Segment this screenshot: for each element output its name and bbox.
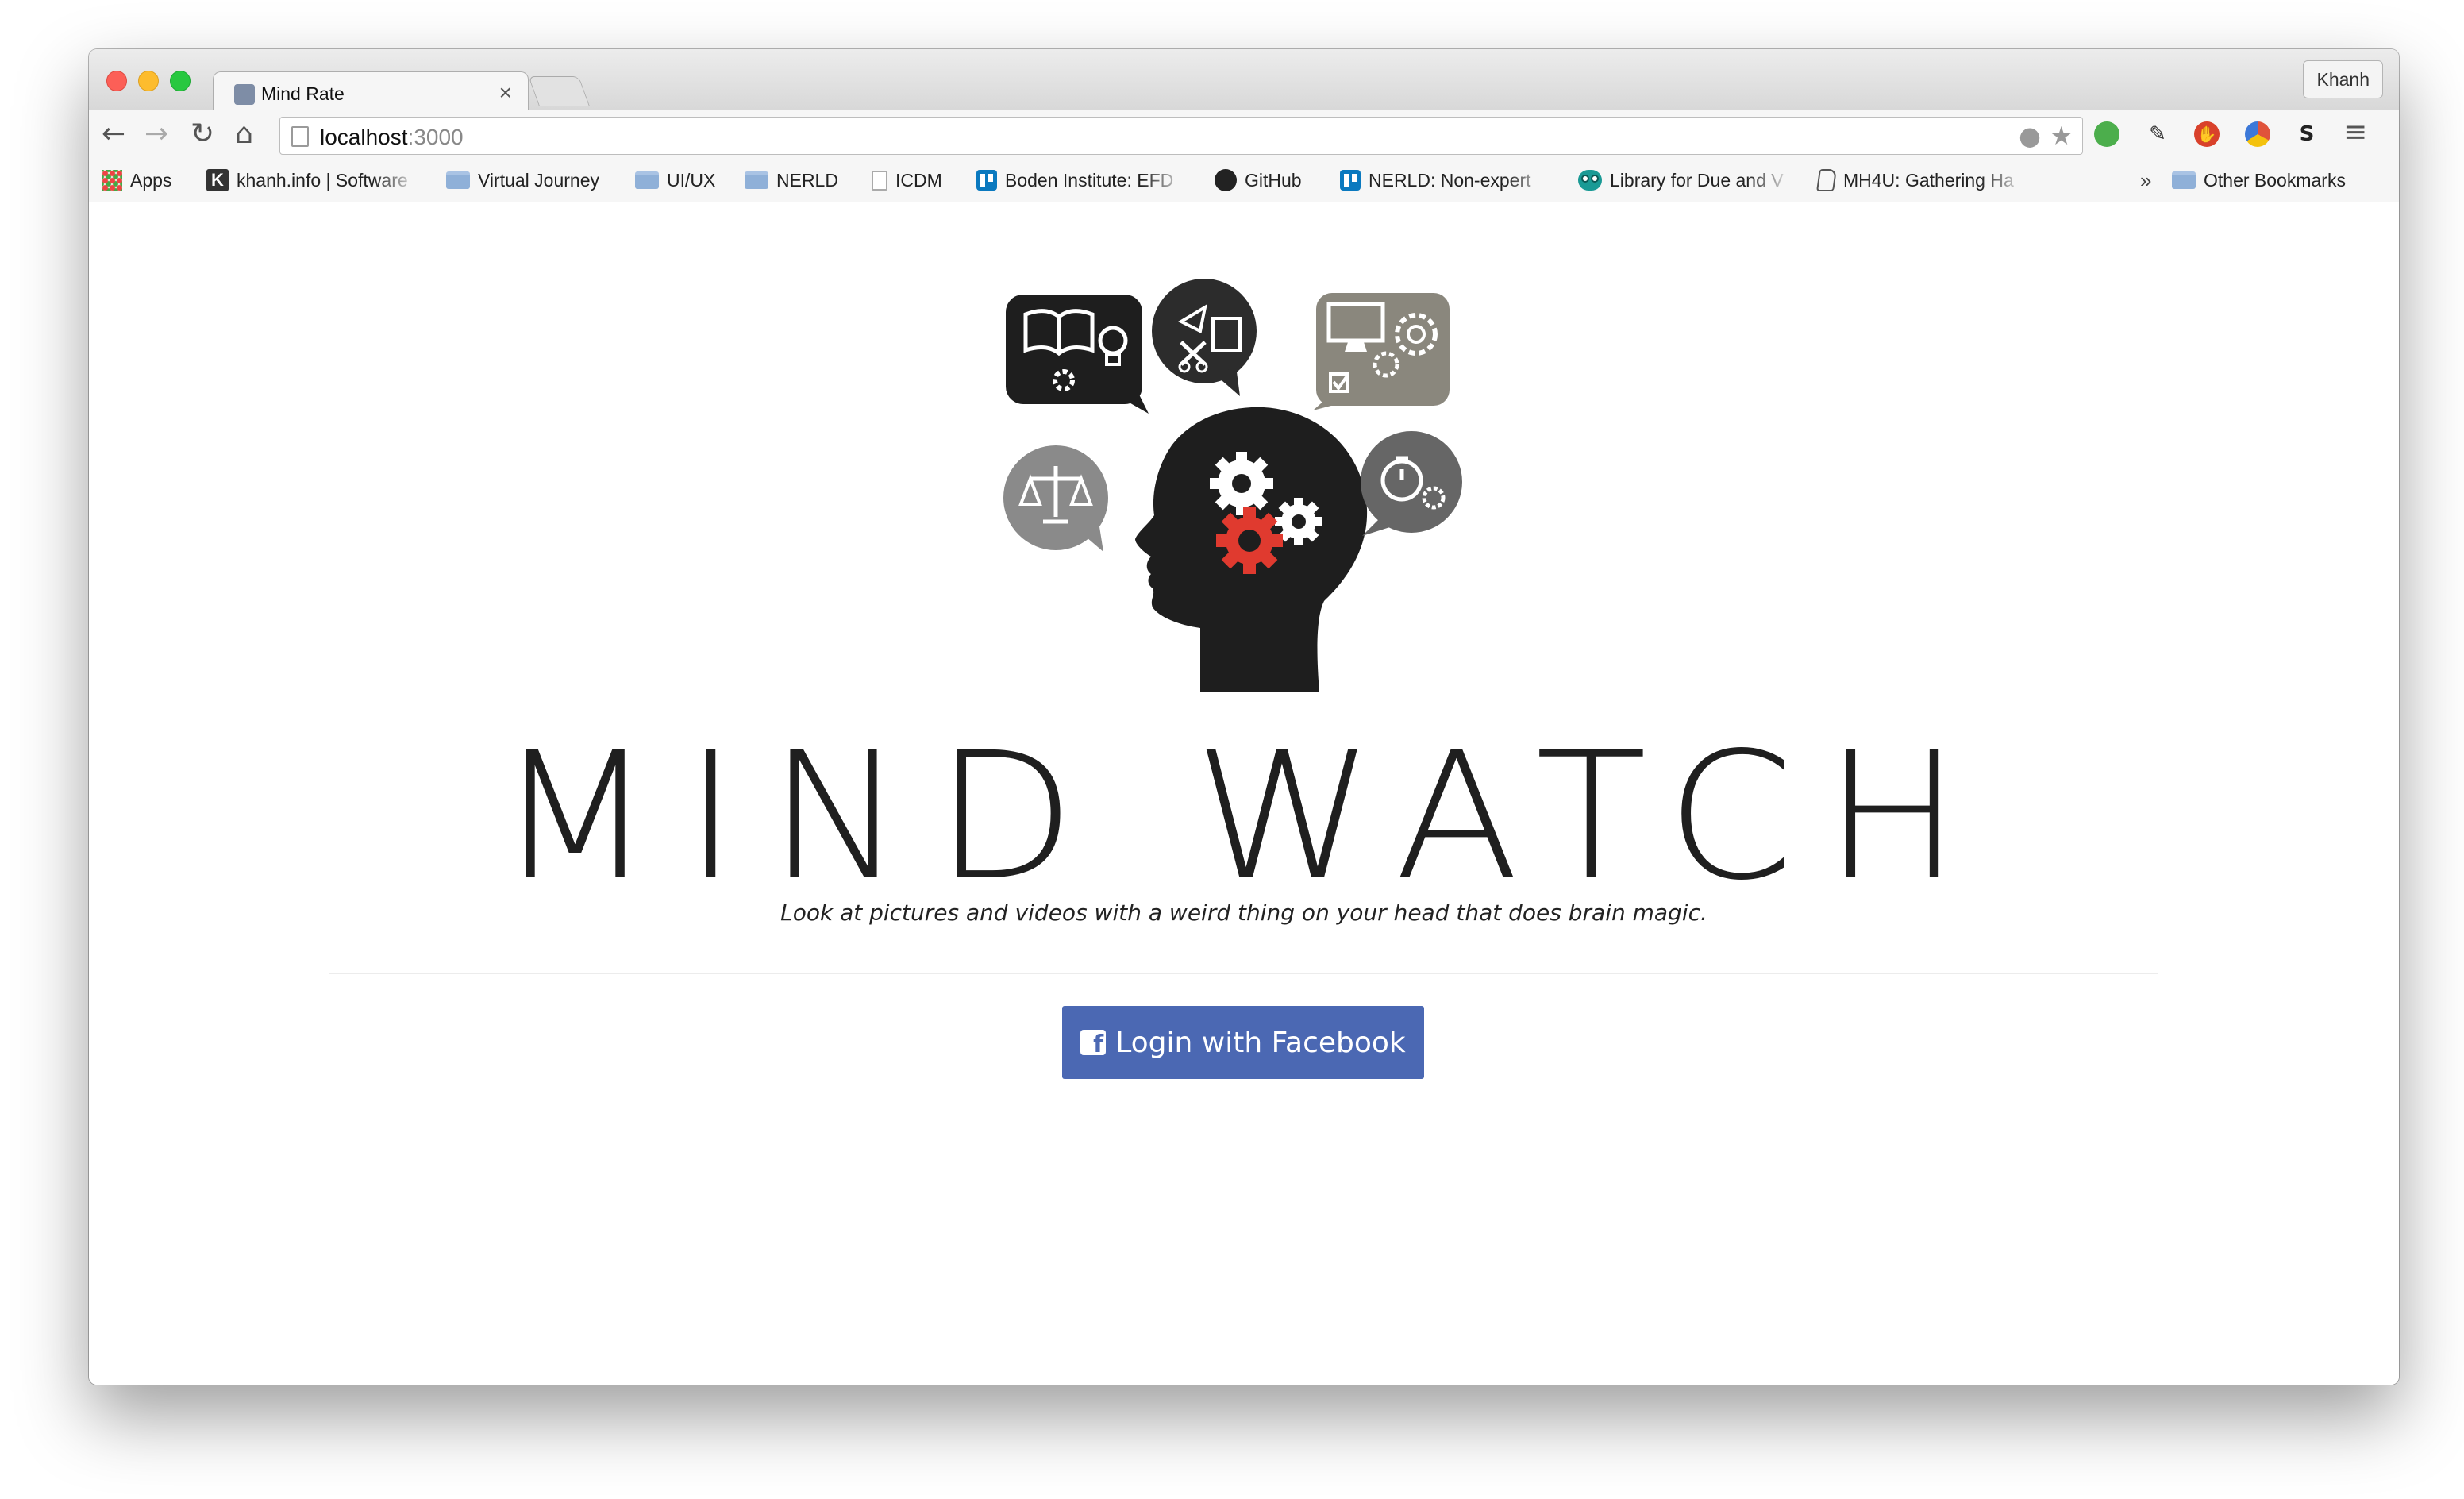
lightbulb-extension-icon[interactable]: ● (2019, 122, 2041, 149)
bookmarks-bar: Apps K khanh.info | Software Virtual Jou… (89, 159, 2399, 202)
tagline: Look at pictures and videos with a weird… (780, 900, 1707, 926)
minimize-window-button[interactable] (138, 71, 159, 91)
profile-button[interactable]: Khanh (2303, 60, 2383, 98)
bookmark-label: ICDM (895, 169, 942, 191)
trello-icon (1340, 170, 1361, 191)
login-with-facebook-button[interactable]: f Login with Facebook (1062, 1006, 1424, 1079)
bookmark-label: UI/UX (667, 169, 716, 191)
stopwatch-bubble (1361, 431, 1462, 536)
github-icon (1215, 169, 1237, 191)
bookmark-icdm[interactable]: ICDM (872, 159, 942, 202)
evernote-extension-icon[interactable] (2094, 121, 2119, 147)
bookmark-label: khanh.info | Software (237, 169, 408, 191)
forward-arrow-icon[interactable]: → (144, 117, 168, 152)
address-bar[interactable]: localhost:3000 ● ★ (279, 117, 2083, 155)
back-arrow-icon[interactable]: ← (102, 117, 125, 152)
bookmark-apps[interactable]: Apps (102, 159, 171, 202)
bookmark-github[interactable]: GitHub (1215, 159, 1302, 202)
bookmark-label: Apps (130, 169, 172, 191)
url-text[interactable]: localhost:3000 (320, 125, 464, 150)
bookmark-library-due[interactable]: Library for Due and V (1578, 159, 1792, 202)
trello-icon (976, 170, 997, 191)
facebook-icon: f (1080, 1030, 1107, 1055)
bookmarks-overflow-chevron-icon[interactable]: » (2140, 159, 2151, 202)
white-gear-top (1210, 452, 1273, 515)
book-bubble (1006, 295, 1149, 414)
tab-active[interactable]: Mind Rate × (213, 71, 529, 110)
computer-bubble (1313, 293, 1450, 410)
eyedropper-extension-icon[interactable]: ✎ (2145, 121, 2170, 147)
page-icon (291, 126, 309, 147)
bookmark-label: Boden Institute: EFD (1005, 169, 1174, 191)
browser-window: Mind Rate × Khanh ← → ↻ ⌂ localhost:3000… (89, 49, 2399, 1385)
mh-icon (1816, 169, 1837, 191)
home-icon[interactable]: ⌂ (235, 117, 253, 152)
tab-favicon-icon (234, 84, 255, 105)
brand-title: MIND WATCH (496, 715, 1992, 919)
zoom-window-button[interactable] (170, 71, 191, 91)
apps-grid-icon (102, 170, 122, 191)
k-site-icon: K (206, 169, 229, 191)
bookmark-virtual-journey[interactable]: Virtual Journey (446, 159, 599, 202)
tab-strip: Mind Rate × Khanh (89, 49, 2399, 110)
page-icon (872, 170, 887, 191)
toolbar: ← → ↻ ⌂ localhost:3000 ● ★ ✎ ✋ S ≡ (89, 110, 2399, 160)
tools-bubble (1152, 279, 1257, 396)
tripadvisor-owl-icon (1578, 170, 1602, 191)
bookmark-label: NERLD (776, 169, 838, 191)
bookmark-nerld[interactable]: NERLD (745, 159, 838, 202)
new-tab-button[interactable] (528, 76, 590, 106)
bookmark-nerld-non-expert[interactable]: NERLD: Non-expert (1340, 159, 1551, 202)
pie-chart-extension-icon[interactable] (2245, 121, 2270, 147)
login-button-label: Login with Facebook (1115, 1026, 1406, 1059)
mind-watch-logo (1003, 279, 1462, 692)
divider (329, 973, 2158, 974)
bookmark-ui-ux[interactable]: UI/UX (635, 159, 715, 202)
folder-icon (745, 171, 768, 189)
url-port: :3000 (407, 125, 464, 149)
adblock-extension-icon[interactable]: ✋ (2194, 121, 2220, 147)
bookmark-khanh-info[interactable]: K khanh.info | Software (206, 159, 419, 202)
folder-icon (2172, 171, 2196, 189)
other-bookmarks[interactable]: Other Bookmarks (2172, 159, 2346, 202)
reload-icon[interactable]: ↻ (191, 117, 214, 152)
red-gear (1216, 507, 1283, 574)
url-host: localhost (320, 125, 408, 149)
tab-title: Mind Rate (261, 83, 345, 104)
bookmark-star-icon[interactable]: ★ (2050, 122, 2073, 149)
bookmark-label: MH4U: Gathering Ha (1843, 169, 2014, 191)
folder-icon (446, 171, 470, 189)
page-content: MIND WATCH Look at pictures and videos w… (89, 202, 2399, 1385)
bookmark-label: GitHub (1245, 169, 1302, 191)
bookmark-label: Library for Due and V (1610, 169, 1784, 191)
close-window-button[interactable] (106, 71, 127, 91)
folder-icon (635, 171, 659, 189)
other-bookmarks-label: Other Bookmarks (2204, 169, 2346, 191)
bookmark-label: NERLD: Non-expert (1369, 169, 1531, 191)
bookmark-mh4u[interactable]: MH4U: Gathering Ha (1816, 159, 2026, 202)
bookmark-boden-institute[interactable]: Boden Institute: EFD (976, 159, 1188, 202)
tab-close-icon[interactable]: × (499, 80, 512, 106)
s-extension-icon[interactable]: S (2294, 121, 2320, 147)
scales-bubble (1003, 445, 1108, 552)
menu-icon[interactable]: ≡ (2343, 115, 2367, 150)
bookmark-label: Virtual Journey (478, 169, 599, 191)
